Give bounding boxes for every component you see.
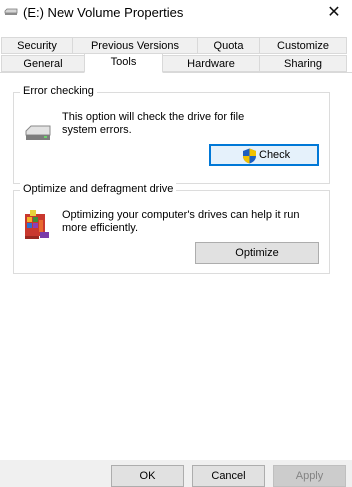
error-checking-group: Error checking This option will check th… [13,85,330,184]
drive-icon [25,125,51,140]
dialog-footer: OK Cancel Apply [0,460,352,487]
optimize-button[interactable]: Optimize [195,242,319,264]
cancel-button[interactable]: Cancel [192,465,265,487]
check-button-label: Check [259,149,291,161]
ok-button[interactable]: OK [111,465,184,487]
tab-security[interactable]: Security [1,37,73,54]
defrag-icon [25,210,49,239]
error-checking-title: Error checking [20,85,97,97]
tab-hardware[interactable]: Hardware [162,55,260,72]
tab-previous-versions[interactable]: Previous Versions [72,37,198,54]
optimize-group: Optimize and defragment drive Optimizing… [13,183,330,274]
tab-customize[interactable]: Customize [259,37,347,54]
window-title: (E:) New Volume Properties [23,5,184,20]
tab-sharing[interactable]: Sharing [259,55,347,72]
tab-tools[interactable]: Tools [84,53,163,73]
tab-row-2: General Tools Hardware Sharing [0,53,352,73]
apply-button[interactable]: Apply [273,465,346,487]
drive-icon [4,8,18,15]
title-bar: (E:) New Volume Properties ✕ [0,0,352,28]
close-button[interactable]: ✕ [316,0,352,28]
tab-quota[interactable]: Quota [197,37,260,54]
optimize-description: Optimizing your computer's drives can he… [62,209,300,234]
uac-shield-icon [243,148,256,164]
check-button[interactable]: Check [209,144,319,166]
optimize-title: Optimize and defragment drive [20,183,177,195]
error-checking-description: This option will check the drive for fil… [62,111,245,136]
tab-row-1: Security Previous Versions Quota Customi… [0,37,352,55]
tab-general[interactable]: General [1,55,85,72]
tools-panel: Error checking This option will check th… [0,72,352,460]
